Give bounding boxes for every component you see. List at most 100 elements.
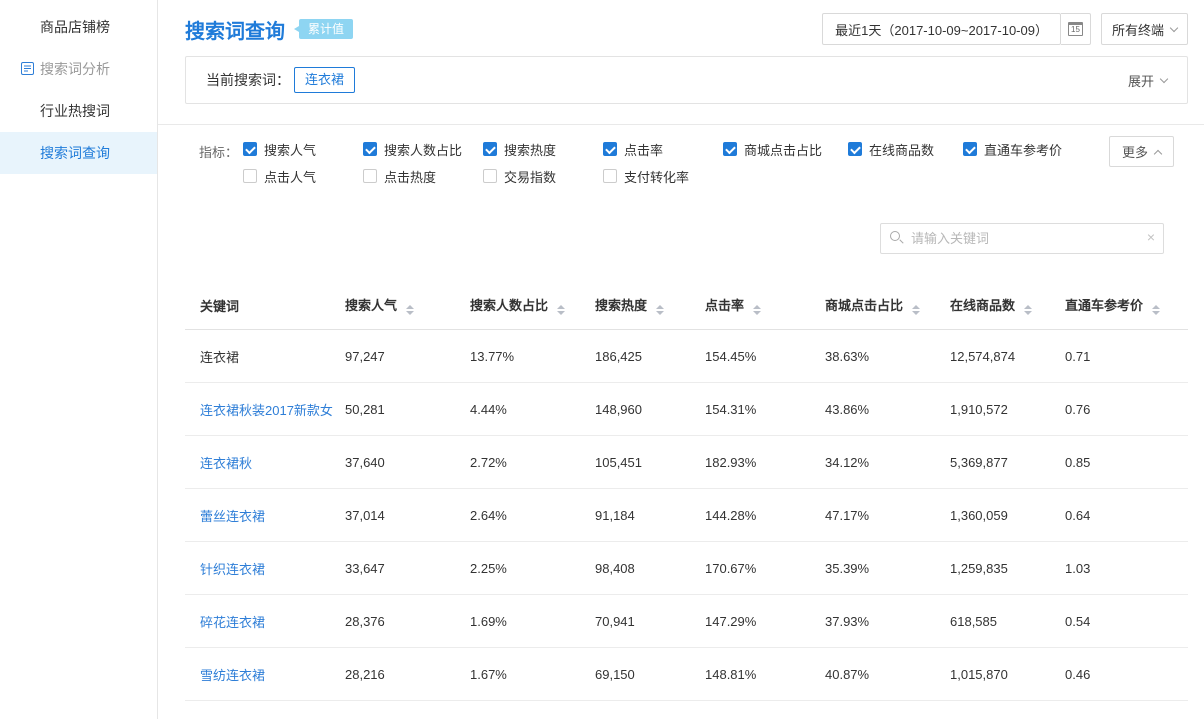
column-header[interactable]: 商城点击占比	[825, 280, 950, 330]
checkbox-icon[interactable]	[603, 142, 617, 156]
keyword-text: 连衣裙	[200, 350, 239, 365]
cell-value: 47.17%	[825, 489, 950, 542]
cell-value: 37,640	[345, 436, 470, 489]
cell-value: 0.54	[1065, 595, 1188, 648]
clear-icon[interactable]: ×	[1147, 229, 1155, 245]
keyword-search-input[interactable]	[880, 223, 1164, 254]
keyword-link[interactable]: 连衣裙秋	[200, 456, 252, 471]
sort-icon[interactable]	[656, 305, 664, 315]
sort-icon[interactable]	[912, 305, 920, 315]
keyword-search-wrap: ×	[880, 223, 1164, 254]
metric-label: 交易指数	[504, 167, 556, 186]
metric-checkbox-item[interactable]: 搜索人气	[243, 140, 363, 158]
cell-value: 5,369,877	[950, 436, 1065, 489]
checkbox-icon[interactable]	[963, 142, 977, 156]
expand-button[interactable]: 展开	[1128, 71, 1167, 90]
search-term-tag[interactable]: 连衣裙	[294, 67, 355, 93]
table-body: 连衣裙97,24713.77%186,425154.45%38.63%12,57…	[185, 330, 1188, 701]
column-header[interactable]: 直通车参考价	[1065, 280, 1188, 330]
cell-value: 0.85	[1065, 436, 1188, 489]
keyword-search-row: ×	[185, 223, 1188, 254]
checkbox-icon[interactable]	[848, 142, 862, 156]
cell-value: 97,247	[345, 330, 470, 383]
section-divider	[131, 124, 1204, 125]
column-header[interactable]: 关键词	[185, 280, 345, 330]
metrics-row-2: 点击人气 点击热度 交易指数 支付转化率	[243, 167, 1093, 185]
cell-value: 186,425	[595, 330, 705, 383]
metrics-row-1: 搜索人气 搜索人数占比 搜索热度 点击率 商城点击占比 在线商品数 直通车参考价	[243, 140, 1093, 158]
sort-icon[interactable]	[1024, 305, 1032, 315]
sort-icon[interactable]	[557, 305, 565, 315]
sort-icon[interactable]	[753, 305, 761, 315]
cell-value: 182.93%	[705, 436, 825, 489]
column-header-label: 搜索人气	[345, 298, 397, 313]
column-header[interactable]: 搜索热度	[595, 280, 705, 330]
terminal-dropdown[interactable]: 所有终端	[1101, 13, 1188, 45]
column-header-label: 关键词	[200, 299, 239, 314]
checkbox-icon[interactable]	[723, 142, 737, 156]
sidebar-item-search-word-analysis[interactable]: 搜索词分析	[0, 48, 157, 90]
table-row: 碎花连衣裙28,3761.69%70,941147.29%37.93%618,5…	[185, 595, 1188, 648]
checkbox-icon[interactable]	[483, 142, 497, 156]
metrics-section-label: 指标：	[199, 140, 243, 185]
checkbox-icon[interactable]	[243, 142, 257, 156]
sidebar-item-label: 行业热搜词	[40, 103, 110, 119]
cell-value: 105,451	[595, 436, 705, 489]
sidebar-item-product-shop-rank[interactable]: 商品店铺榜	[0, 6, 157, 48]
date-range-selector[interactable]: 最近1天（2017-10-09~2017-10-09）	[822, 13, 1061, 45]
column-header[interactable]: 搜索人气	[345, 280, 470, 330]
sort-icon[interactable]	[406, 305, 414, 315]
sidebar-item-search-word-query[interactable]: 搜索词查询	[0, 132, 157, 174]
table-header-row: 关键词 搜索人气 搜索人数占比 搜索热度 点击率 商城点击占比 在线商品数	[185, 280, 1188, 330]
metrics-grids: 搜索人气 搜索人数占比 搜索热度 点击率 商城点击占比 在线商品数 直通车参考价	[243, 140, 1093, 185]
keyword-link[interactable]: 蕾丝连衣裙	[200, 509, 265, 524]
checkbox-icon[interactable]	[363, 142, 377, 156]
cell-value: 0.46	[1065, 648, 1188, 701]
metric-checkbox-item[interactable]: 点击热度	[363, 167, 483, 185]
sort-icon[interactable]	[1152, 305, 1160, 315]
metric-checkbox-item[interactable]: 商城点击占比	[723, 140, 848, 158]
table-row: 雪纺连衣裙28,2161.67%69,150148.81%40.87%1,015…	[185, 648, 1188, 701]
more-button[interactable]: 更多	[1109, 136, 1174, 167]
metric-label: 商城点击占比	[744, 140, 822, 159]
metric-checkbox-item[interactable]: 点击人气	[243, 167, 363, 185]
cell-value: 43.86%	[825, 383, 950, 436]
keyword-link[interactable]: 连衣裙秋装2017新款女	[200, 403, 333, 418]
checkbox-icon[interactable]	[483, 169, 497, 183]
keyword-link[interactable]: 碎花连衣裙	[200, 615, 265, 630]
table-row: 连衣裙97,24713.77%186,425154.45%38.63%12,57…	[185, 330, 1188, 383]
cell-value: 170.67%	[705, 542, 825, 595]
date-range-text: 最近1天（2017-10-09~2017-10-09）	[835, 20, 1048, 39]
cell-value: 38.63%	[825, 330, 950, 383]
calendar-button[interactable]: 15	[1061, 13, 1091, 45]
column-header[interactable]: 在线商品数	[950, 280, 1065, 330]
cumulative-value-badge: 累计值	[299, 19, 353, 39]
column-header-label: 搜索热度	[595, 298, 647, 313]
cell-value: 13.77%	[470, 330, 595, 383]
cell-value: 1,910,572	[950, 383, 1065, 436]
column-header[interactable]: 点击率	[705, 280, 825, 330]
checkbox-icon[interactable]	[363, 169, 377, 183]
sidebar-item-industry-hot-words[interactable]: 行业热搜词	[0, 90, 157, 132]
metric-label: 点击人气	[264, 167, 316, 186]
metric-checkbox-item[interactable]: 支付转化率	[603, 167, 723, 185]
keyword-cell: 连衣裙秋装2017新款女	[185, 383, 345, 436]
metric-checkbox-item[interactable]: 搜索热度	[483, 140, 603, 158]
sidebar-item-label: 搜索词查询	[40, 145, 110, 161]
checkbox-icon[interactable]	[603, 169, 617, 183]
metric-checkbox-item[interactable]: 在线商品数	[848, 140, 963, 158]
metric-checkbox-item[interactable]: 搜索人数占比	[363, 140, 483, 158]
cell-value: 1.69%	[470, 595, 595, 648]
metric-label: 搜索人数占比	[384, 140, 462, 159]
metric-checkbox-item[interactable]: 点击率	[603, 140, 723, 158]
metric-checkbox-item[interactable]: 直通车参考价	[963, 140, 1093, 158]
chevron-up-icon	[1154, 149, 1162, 157]
checkbox-icon[interactable]	[243, 169, 257, 183]
keyword-link[interactable]: 针织连衣裙	[200, 562, 265, 577]
keyword-link[interactable]: 雪纺连衣裙	[200, 668, 265, 683]
metric-checkbox-item[interactable]: 交易指数	[483, 167, 603, 185]
cell-value: 2.72%	[470, 436, 595, 489]
cell-value: 148,960	[595, 383, 705, 436]
column-header[interactable]: 搜索人数占比	[470, 280, 595, 330]
chevron-down-icon	[1170, 23, 1178, 31]
